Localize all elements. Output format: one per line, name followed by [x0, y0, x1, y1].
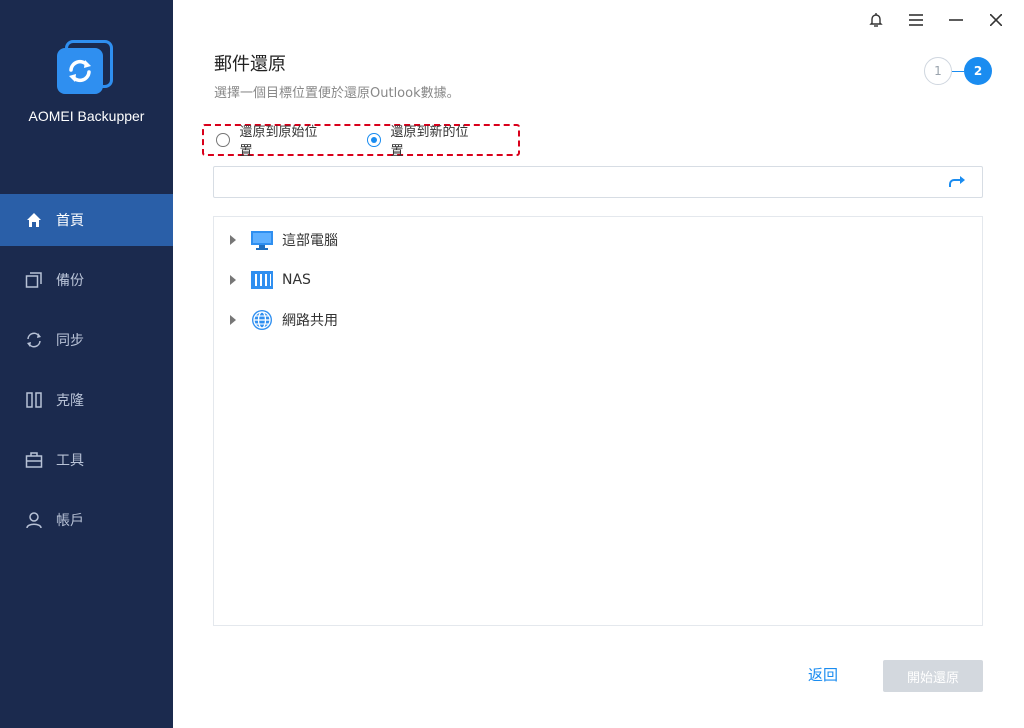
sidebar-item-sync[interactable]: 同步 — [0, 314, 173, 366]
tree-item-nas[interactable]: NAS — [230, 268, 311, 292]
sync-icon — [24, 330, 44, 350]
close-icon — [990, 14, 1002, 26]
sidebar-item-backup[interactable]: 備份 — [0, 254, 173, 306]
forward-arrow-icon — [949, 176, 965, 187]
step-indicator: 1 2 — [924, 57, 992, 85]
sidebar-item-label: 首頁 — [56, 213, 84, 229]
menu-button[interactable] — [896, 6, 936, 34]
location-tree: 這部電腦 NAS 網路共用 — [213, 216, 983, 626]
sidebar-item-label: 工具 — [56, 453, 84, 469]
sidebar-item-tools[interactable]: 工具 — [0, 434, 173, 486]
computer-icon — [250, 229, 274, 251]
menu-icon — [909, 14, 923, 26]
step-2: 2 — [964, 57, 992, 85]
backup-icon — [24, 270, 44, 290]
page-subtitle: 選擇一個目標位置便於還原Outlook數據。 — [214, 86, 460, 101]
tree-item-this-pc[interactable]: 這部電腦 — [230, 228, 338, 252]
radio-label: 還原到新的位置 — [390, 125, 469, 159]
sidebar-nav: 首頁 備份 同步 克隆 工具 帳戶 — [0, 194, 173, 554]
path-field — [213, 166, 983, 198]
path-input[interactable] — [214, 167, 934, 197]
step-1: 1 — [924, 57, 952, 85]
step-connector — [952, 70, 964, 72]
start-restore-button[interactable]: 開始還原 — [883, 660, 983, 692]
sidebar-item-account[interactable]: 帳戶 — [0, 494, 173, 546]
back-button[interactable]: 返回 — [800, 664, 846, 688]
sidebar-item-label: 備份 — [56, 273, 84, 289]
window-controls — [856, 6, 1016, 34]
home-icon — [24, 210, 44, 230]
page-title: 郵件還原 — [214, 54, 286, 75]
expand-arrow-icon[interactable] — [230, 315, 236, 325]
sidebar-item-clone[interactable]: 克隆 — [0, 374, 173, 426]
sidebar-item-label: 帳戶 — [56, 513, 84, 529]
sidebar-item-label: 克隆 — [56, 393, 84, 409]
nas-icon — [250, 269, 274, 291]
tree-item-label: NAS — [282, 272, 311, 288]
radio-button[interactable] — [367, 133, 381, 147]
minimize-button[interactable] — [936, 6, 976, 34]
tools-icon — [24, 450, 44, 470]
tree-item-label: 這部電腦 — [282, 233, 338, 249]
bell-icon — [869, 13, 883, 27]
radio-original-location[interactable]: 還原到原始位置 — [216, 121, 327, 159]
notifications-button[interactable] — [856, 6, 896, 34]
app-name: AOMEI Backupper — [28, 108, 145, 124]
sidebar: AOMEI Backupper 首頁 備份 同步 克隆 工具 帳戶 — [0, 0, 173, 728]
sync-logo-icon — [69, 59, 91, 83]
radio-label: 還原到原始位置 — [239, 125, 318, 159]
expand-arrow-icon[interactable] — [230, 235, 236, 245]
tree-item-network-share[interactable]: 網路共用 — [230, 308, 338, 332]
radio-new-location[interactable]: 還原到新的位置 — [367, 121, 478, 159]
clone-icon — [24, 390, 44, 410]
close-button[interactable] — [976, 6, 1016, 34]
restore-location-options: 還原到原始位置 還原到新的位置 — [202, 121, 520, 159]
expand-arrow-icon[interactable] — [230, 275, 236, 285]
go-button[interactable] — [948, 174, 968, 192]
sidebar-item-label: 同步 — [56, 333, 84, 349]
sidebar-item-home[interactable]: 首頁 — [0, 194, 173, 246]
minimize-icon — [949, 19, 963, 21]
account-icon — [24, 510, 44, 530]
app-logo — [55, 40, 115, 96]
radio-button[interactable] — [216, 133, 230, 147]
network-share-icon — [250, 309, 274, 331]
tree-item-label: 網路共用 — [282, 313, 338, 329]
